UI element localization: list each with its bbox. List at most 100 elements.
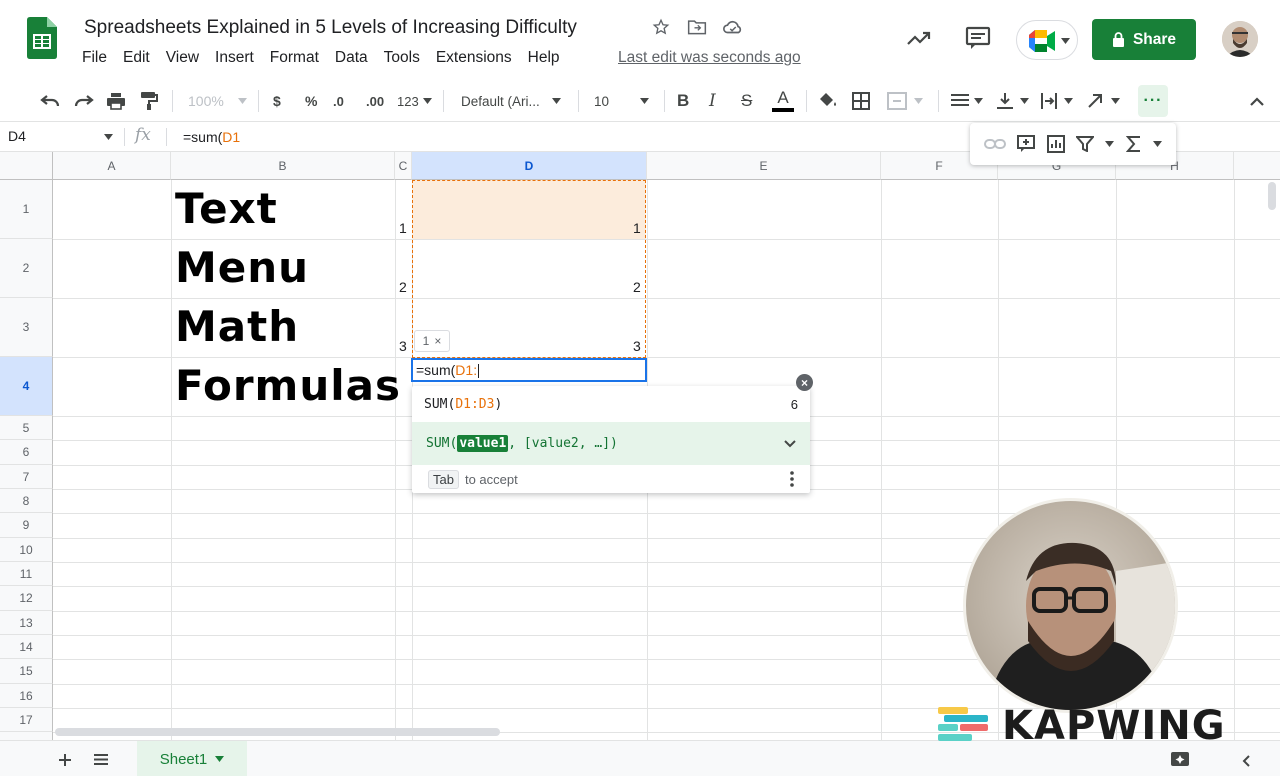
move-folder-icon[interactable] [686,16,708,38]
avatar[interactable] [1222,21,1258,57]
doc-title[interactable]: Spreadsheets Explained in 5 Levels of In… [84,17,577,39]
row-header-7[interactable]: 7 [0,465,53,489]
cell-b3[interactable]: Math [175,302,299,351]
share-button[interactable]: Share [1092,19,1196,60]
menu-format[interactable]: Format [270,49,326,67]
borders-icon[interactable] [852,89,870,113]
cell-c3[interactable]: 3 [399,338,407,354]
row-header-5[interactable]: 5 [0,416,53,440]
insert-chart-icon[interactable] [1046,135,1065,153]
decrease-decimal-button[interactable]: .0 [333,89,344,113]
currency-button[interactable]: $ [273,89,281,113]
collapse-menus-icon[interactable] [1250,89,1264,113]
function-signature-row[interactable]: SUM(value1, [value2, …]) [412,422,810,465]
column-header-c[interactable]: C [395,152,412,180]
bold-button[interactable]: B [677,89,689,113]
cell-b2[interactable]: Menu [175,243,309,292]
insert-comment-icon[interactable] [1017,135,1036,153]
column-header-d[interactable]: D [412,152,647,180]
menu-view[interactable]: View [166,49,206,67]
link-icon[interactable] [983,138,1006,150]
increase-decimal-button[interactable]: .00 [366,89,384,113]
row-header-17[interactable]: 17 [0,708,53,732]
functions-sigma-icon[interactable] [1125,136,1142,152]
row-header-11[interactable]: 11 [0,562,53,586]
print-icon[interactable] [106,89,126,113]
text-rotation-icon[interactable] [1087,89,1123,113]
italic-button[interactable]: I [709,89,716,113]
menu-file[interactable]: File [82,49,114,67]
number-format-select[interactable]: 123 [397,89,432,113]
vertical-align-icon[interactable] [996,89,1032,113]
menu-data[interactable]: Data [335,49,375,67]
horizontal-align-icon[interactable] [950,89,986,113]
row-header-3[interactable]: 3 [0,298,53,357]
horizontal-scrollbar[interactable] [55,728,500,736]
menu-edit[interactable]: Edit [123,49,157,67]
menu-tools[interactable]: Tools [384,49,427,67]
row-header-10[interactable]: 10 [0,538,53,562]
editor-prefix: =sum( [416,362,456,378]
cell-editor-d4[interactable]: =sum(D1: [411,358,647,382]
text-wrapping-icon[interactable] [1040,89,1076,113]
paint-format-icon[interactable] [140,89,158,113]
menu-insert[interactable]: Insert [215,49,261,67]
vertical-scrollbar[interactable] [1268,182,1276,210]
menu-extensions[interactable]: Extensions [436,49,519,67]
row-header-12[interactable]: 12 [0,586,53,611]
more-options-button[interactable]: ··· [1138,85,1168,117]
row-header-4[interactable]: 4 [0,357,53,416]
comment-history-icon[interactable] [965,26,991,50]
row-header-9[interactable]: 9 [0,513,53,538]
autocomplete-close-icon[interactable]: × [796,374,813,391]
row-header-13[interactable]: 13 [0,611,53,635]
sheet-tab-sheet1[interactable]: Sheet1 [137,741,247,776]
row-header-15[interactable]: 15 [0,659,53,684]
row-header-1[interactable]: 1 [0,180,53,239]
redo-icon[interactable] [74,89,94,113]
autocomplete-suggestion[interactable]: SUM(D1:D3) 6 [412,386,810,422]
meet-button[interactable] [1016,20,1078,60]
cell-b1[interactable]: Text [175,184,278,233]
row-header-8[interactable]: 8 [0,489,53,513]
name-box[interactable]: D4 [8,128,116,144]
all-sheets-icon[interactable] [94,754,108,765]
column-header-a[interactable]: A [53,152,171,180]
row-header-14[interactable]: 14 [0,635,53,659]
cell-b4[interactable]: Formulas [175,361,401,410]
select-all-corner[interactable] [0,152,53,180]
font-family-select[interactable]: Default (Ari... [461,89,561,113]
filter-icon[interactable] [1075,136,1094,152]
row-header-2[interactable]: 2 [0,239,53,298]
column-header-e[interactable]: E [647,152,881,180]
close-icon[interactable]: × [434,334,441,348]
fill-color-icon[interactable] [818,89,838,113]
chevron-left-icon[interactable] [1242,755,1250,767]
last-edit-link[interactable]: Last edit was seconds ago [618,49,801,67]
row-header-16[interactable]: 16 [0,684,53,708]
formula-input[interactable]: =sum(D1 [183,129,240,145]
more-vert-icon[interactable] [790,471,794,487]
percent-button[interactable]: % [305,89,317,113]
font-size-select[interactable]: 10 [594,89,650,113]
strikethrough-button[interactable]: S [741,89,752,113]
cell-c2[interactable]: 2 [399,279,407,295]
menu-help[interactable]: Help [528,49,567,67]
add-sheet-icon[interactable] [58,753,72,767]
undo-icon[interactable] [40,89,60,113]
row-header-6[interactable]: 6 [0,440,53,465]
sheets-logo-icon[interactable] [27,17,57,59]
chevron-down-icon[interactable] [1105,141,1115,147]
cell-c1[interactable]: 1 [399,220,407,236]
zoom-select[interactable]: 100% [188,89,247,113]
column-header-b[interactable]: B [171,152,395,180]
cloud-status-icon[interactable] [722,16,744,38]
star-icon[interactable] [650,16,672,38]
activity-trend-icon[interactable] [906,28,932,48]
chevron-down-icon[interactable] [784,439,796,448]
explore-icon[interactable] [1170,751,1190,769]
text-color-button[interactable]: A [772,89,794,113]
chevron-down-icon[interactable] [1153,141,1163,147]
merge-cells-icon[interactable] [887,89,923,113]
range-count-tag[interactable]: 1 × [414,330,450,352]
